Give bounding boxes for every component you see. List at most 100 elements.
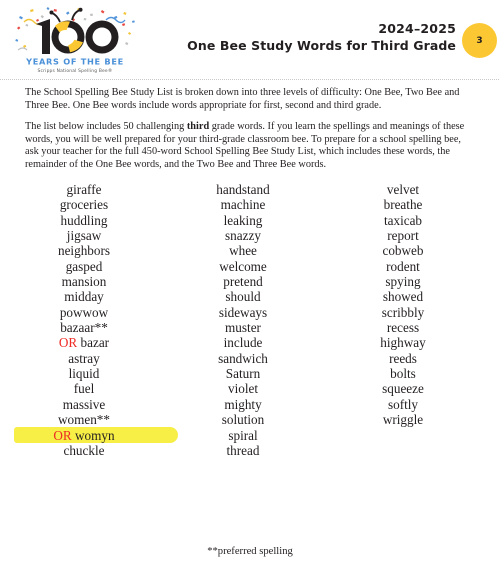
- word-text: welcome: [219, 258, 267, 274]
- word-text: machine: [220, 197, 266, 213]
- word-item: include: [173, 335, 313, 350]
- intro-text: The School Spelling Bee Study List is br…: [25, 87, 477, 172]
- header-divider: [0, 79, 500, 80]
- word-item: gasped: [14, 259, 154, 274]
- word-text: muster: [225, 320, 261, 336]
- word-text: whee: [229, 243, 257, 259]
- word-item: neighbors: [14, 243, 154, 258]
- word-item: violet: [173, 381, 313, 396]
- word-item: breathe: [333, 197, 473, 212]
- word-text: bazaar**: [60, 320, 108, 336]
- word-item: bazaar**: [14, 320, 154, 335]
- word-text: scribbly: [381, 304, 425, 320]
- word-item: fuel: [14, 381, 154, 396]
- word-item: snazzy: [173, 228, 313, 243]
- word-item: bolts: [333, 366, 473, 381]
- intro-p2-bold: third: [186, 121, 210, 133]
- word-item: muster: [173, 320, 313, 335]
- word-text: giraffe: [66, 182, 102, 197]
- page-title: One Bee Study Words for Third Grade: [187, 38, 456, 53]
- or-label: OR: [53, 427, 72, 443]
- word-text: velvet: [386, 182, 420, 197]
- word-text: midday: [64, 289, 104, 305]
- header-titles: 2024–2025 One Bee Study Words for Third …: [187, 21, 456, 54]
- word-item: report: [333, 228, 473, 243]
- word-item: Saturn: [173, 366, 313, 381]
- page-number-badge: 3: [462, 23, 497, 58]
- word-item: women**: [14, 412, 154, 427]
- word-item: whee: [173, 243, 313, 258]
- word-text: astray: [68, 350, 100, 366]
- word-text: sandwich: [218, 350, 268, 366]
- word-item: groceries: [14, 197, 154, 212]
- word-item: sideways: [173, 305, 313, 320]
- word-text: mansion: [61, 274, 107, 290]
- word-item: scribbly: [333, 305, 473, 320]
- word-item: OR womyn: [14, 426, 178, 443]
- word-text: breathe: [383, 197, 423, 213]
- svg-text:YEARS OF THE BEE: YEARS OF THE BEE: [25, 57, 124, 67]
- word-text: mighty: [224, 396, 262, 412]
- word-column-2: handstand machine leaking snazzy whee welcome…: [173, 182, 313, 458]
- word-text: chuckle: [63, 442, 105, 458]
- word-item: powwow: [14, 305, 154, 320]
- word-item: OR bazar: [14, 335, 154, 350]
- word-item: mighty: [173, 397, 313, 412]
- word-item: liquid: [14, 366, 154, 381]
- word-item: jigsaw: [14, 228, 154, 243]
- word-item: machine: [173, 197, 313, 212]
- word-item: spiral: [173, 428, 313, 443]
- word-text: jigsaw: [66, 228, 102, 244]
- word-text: neighbors: [57, 243, 110, 259]
- word-text: report: [387, 228, 419, 244]
- word-text: sideways: [218, 304, 268, 320]
- word-text: violet: [227, 381, 259, 397]
- intro-p2-before: The list below includes 50 challenging: [25, 121, 187, 133]
- word-text: squeeze: [382, 381, 424, 397]
- word-item: velvet: [333, 182, 473, 197]
- word-item: welcome: [173, 259, 313, 274]
- word-item: mansion: [14, 274, 154, 289]
- word-text: pretend: [223, 274, 263, 290]
- word-text: bolts: [390, 366, 416, 382]
- word-item: recess: [333, 320, 473, 335]
- word-item: chuckle: [14, 443, 154, 458]
- word-item: softly: [333, 397, 473, 412]
- word-text: cobweb: [382, 243, 424, 259]
- word-text: thread: [226, 442, 260, 458]
- word-text: women**: [57, 412, 110, 428]
- word-text: spiral: [228, 427, 258, 443]
- word-text: OR womyn: [53, 427, 115, 443]
- word-text: taxicab: [383, 212, 423, 228]
- word-text: solution: [221, 412, 265, 428]
- intro-paragraph-2: The list below includes 50 challenging t…: [25, 121, 477, 171]
- word-item: wriggle: [333, 412, 473, 427]
- word-text: Saturn: [225, 366, 261, 382]
- word-item: cobweb: [333, 243, 473, 258]
- word-text: showed: [382, 289, 424, 305]
- word-text: OR bazar: [58, 335, 110, 351]
- word-text: liquid: [68, 366, 100, 382]
- word-text: should: [225, 289, 261, 305]
- word-text: softly: [387, 396, 419, 412]
- word-text: rodent: [386, 258, 420, 274]
- word-item: highway: [333, 335, 473, 350]
- word-item: handstand: [173, 182, 313, 197]
- word-text: highway: [380, 335, 426, 351]
- word-text: gasped: [65, 258, 103, 274]
- word-text: spying: [385, 274, 421, 290]
- word-item: massive: [14, 397, 154, 412]
- scripps-bee-100-logo: YEARS OF THE BEE Scripps National Spelli…: [14, 6, 136, 76]
- word-column-1: giraffe groceries huddling jigsaw neighbors g…: [14, 182, 178, 458]
- word-text: massive: [62, 396, 106, 412]
- word-text: groceries: [59, 197, 109, 213]
- word-text: reeds: [389, 350, 417, 366]
- word-item: thread: [173, 443, 313, 458]
- footer-note: **preferred spelling: [0, 546, 500, 557]
- word-item: should: [173, 289, 313, 304]
- word-item: showed: [333, 289, 473, 304]
- word-item: reeds: [333, 351, 473, 366]
- word-text: include: [223, 335, 263, 351]
- word-item: squeeze: [333, 381, 473, 396]
- word-text: powwow: [59, 304, 109, 320]
